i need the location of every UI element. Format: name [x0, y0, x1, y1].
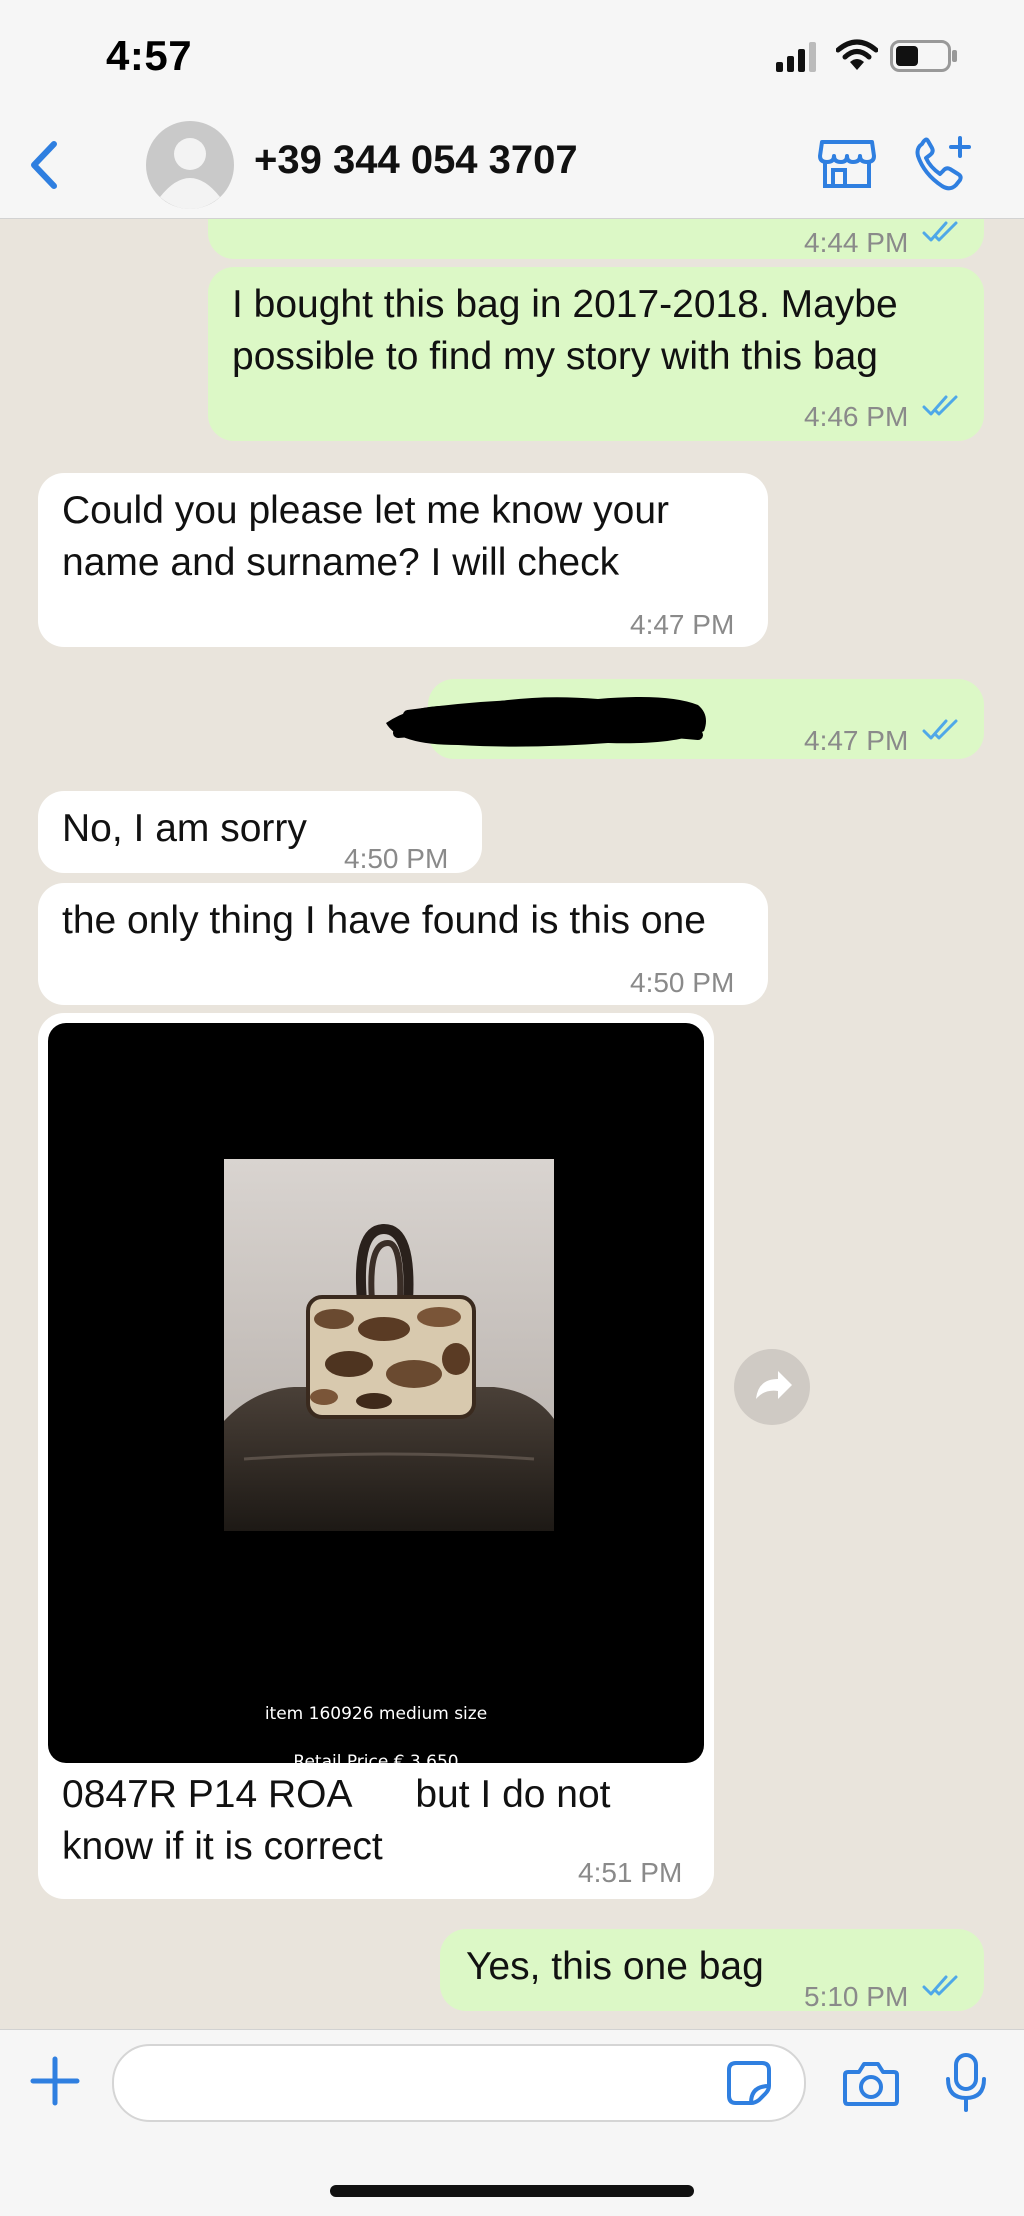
read-receipt-icon — [922, 395, 958, 416]
home-indicator — [330, 2185, 694, 2197]
message-text-line: Could you please let me know your — [62, 489, 669, 532]
signal-icon — [776, 42, 816, 72]
wifi-icon — [836, 39, 878, 70]
message-text-line: name and surname? I will check — [62, 541, 620, 584]
message-time: 4:46 PM — [804, 401, 909, 432]
message-text: No, I am sorry — [62, 807, 307, 850]
message-time: 4:44 PM — [804, 227, 909, 258]
message-time: 5:10 PM — [804, 1981, 909, 2012]
contact-name[interactable]: +39 344 054 3707 — [254, 138, 578, 183]
forward-button[interactable] — [734, 1349, 810, 1425]
message-input[interactable] — [112, 2044, 806, 2122]
message-list[interactable]: need to find it. 4:44 PM I bought this b… — [0, 219, 1024, 2029]
storefront-icon[interactable] — [818, 138, 876, 190]
microphone-icon[interactable] — [944, 2052, 988, 2114]
redaction-scribble — [386, 697, 706, 747]
message-bubble-outgoing[interactable]: Yes, this one bag 5:10 PM — [440, 1929, 984, 2012]
message-text: need to find it. — [234, 219, 479, 231]
message-time: 4:47 PM — [630, 609, 735, 640]
message-time: 4:47 PM — [804, 725, 909, 756]
add-call-icon[interactable] — [912, 134, 974, 192]
handbag-photo — [224, 1159, 554, 1531]
message-text-line: know if it is correct — [62, 1825, 383, 1868]
message-bubble-outgoing[interactable]: I bought this bag in 2017-2018. Maybe po… — [208, 267, 984, 441]
message-bubble-outgoing[interactable]: 4:47 PM — [386, 679, 984, 759]
read-receipt-icon — [922, 221, 958, 242]
message-bubble-incoming[interactable]: No, I am sorry 4:50 PM — [38, 791, 482, 874]
message-bubble-incoming[interactable]: Could you please let me know your name a… — [38, 473, 768, 647]
message-text: Yes, this one bag — [466, 1945, 764, 1988]
message-time: 4:50 PM — [630, 967, 735, 998]
chat-header: 4:57 +39 344 054 3707 — [0, 0, 1024, 219]
back-chevron-icon[interactable] — [28, 140, 62, 190]
message-time: 4:50 PM — [344, 843, 449, 874]
sticker-icon[interactable] — [726, 2060, 772, 2106]
plus-icon[interactable] — [30, 2056, 80, 2106]
camera-icon[interactable] — [842, 2058, 900, 2108]
avatar[interactable] — [146, 121, 234, 209]
message-text-line: 0847R P14 ROA but I do not — [62, 1773, 611, 1816]
read-receipt-icon — [922, 1975, 958, 1996]
message-bubble-incoming-image[interactable]: item 160926 medium size Retail Price € 3… — [38, 1013, 714, 1899]
battery-icon — [890, 40, 957, 72]
read-receipt-icon — [922, 719, 958, 740]
image-caption-price: Retail Price € 3.650 — [293, 1752, 459, 1763]
shared-photo[interactable]: item 160926 medium size Retail Price € 3… — [48, 1023, 704, 1763]
message-bubble-incoming[interactable]: the only thing I have found is this one … — [38, 883, 768, 1005]
message-text: the only thing I have found is this one — [62, 899, 706, 942]
message-text-line: possible to find my story with this bag — [232, 335, 878, 378]
message-text-line: I bought this bag in 2017-2018. Maybe — [232, 283, 898, 326]
message-bubble-outgoing[interactable]: need to find it. 4:44 PM — [208, 219, 984, 259]
message-time: 4:51 PM — [578, 1857, 683, 1888]
image-caption-item: item 160926 medium size — [264, 1704, 488, 1724]
status-time: 4:57 — [106, 32, 193, 79]
